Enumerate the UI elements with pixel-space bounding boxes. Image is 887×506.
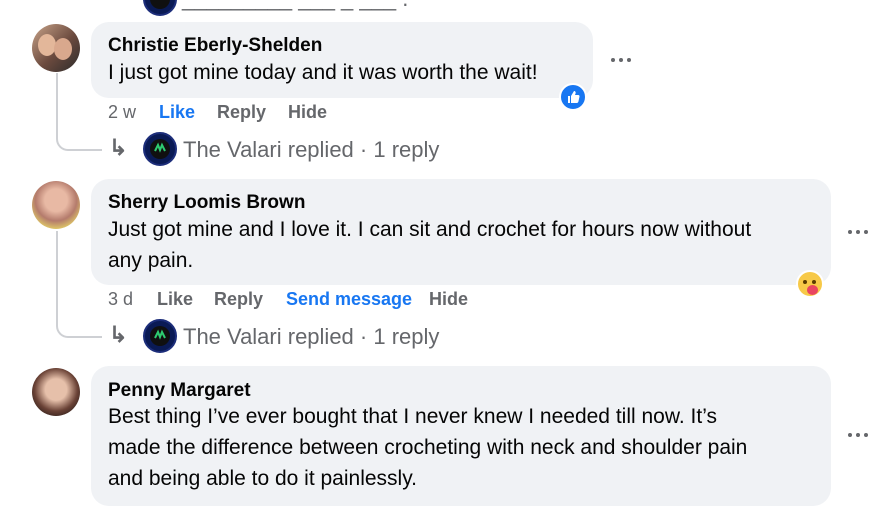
comment-author[interactable]: Penny Margaret (108, 380, 251, 402)
page-avatar[interactable] (143, 319, 177, 353)
comment-author[interactable]: Christie Eberly-Shelden (108, 35, 322, 57)
partial-reply-text: _________ ___ _ ___ . (182, 0, 408, 12)
page-avatar-top[interactable] (143, 0, 177, 16)
reply-arrow-icon: ↳ (109, 135, 128, 160)
reply-count: 1 reply (373, 137, 440, 162)
send-message-button[interactable]: Send message (286, 289, 412, 310)
more-options-button[interactable] (609, 55, 635, 65)
hide-button[interactable]: Hide (429, 289, 468, 310)
avatar[interactable] (32, 368, 80, 416)
comment-text-line: Best thing I’ve ever bought that I never… (108, 405, 717, 428)
separator: · (353, 324, 374, 349)
avatar[interactable] (32, 181, 80, 229)
reply-button[interactable]: Reply (217, 102, 266, 123)
reply-count: 1 reply (373, 324, 440, 349)
reply-arrow-icon: ↳ (109, 322, 128, 347)
avatar[interactable] (32, 24, 80, 72)
more-options-button[interactable] (846, 227, 872, 237)
care-reaction-icon[interactable] (796, 270, 824, 298)
comment-text-line: any pain. (108, 249, 194, 272)
replied-label: The Valari replied (183, 324, 354, 349)
more-options-button[interactable] (846, 430, 872, 440)
comment-age: 2 w (108, 102, 137, 122)
replied-label: The Valari replied (183, 137, 354, 162)
view-replies-link[interactable]: The Valari replied · 1 reply (183, 137, 439, 163)
separator: · (353, 137, 374, 162)
reply-button[interactable]: Reply (214, 289, 263, 310)
hide-button[interactable]: Hide (288, 102, 327, 123)
comment-text-line: made the difference between crocheting w… (108, 436, 748, 459)
comment-author[interactable]: Sherry Loomis Brown (108, 192, 305, 214)
comment-text-line: and being able to do it painlessly. (108, 467, 417, 490)
view-replies-link[interactable]: The Valari replied · 1 reply (183, 324, 439, 350)
comment-age: 3 d (108, 289, 134, 309)
comment-text-line: Just got mine and I love it. I can sit a… (108, 218, 752, 241)
page-avatar[interactable] (143, 132, 177, 166)
comment-text-line: I just got mine today and it was worth t… (108, 61, 538, 84)
like-button[interactable]: Like (157, 289, 193, 310)
like-button[interactable]: Like (159, 102, 195, 123)
like-reaction-icon[interactable] (559, 83, 587, 111)
